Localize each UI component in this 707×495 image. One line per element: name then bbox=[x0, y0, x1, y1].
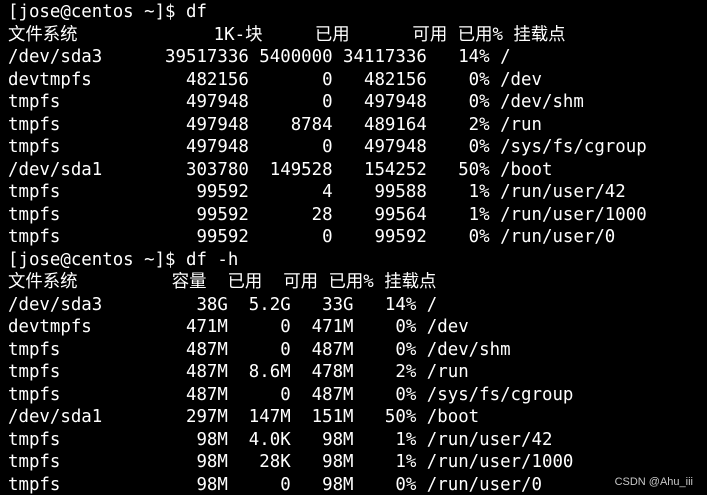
terminal-output: [jose@centos ~]$ df 文件系统 1K-块 已用 可用 已用% … bbox=[8, 1, 647, 495]
table-row: /dev/sda1 297M 147M 151M 50% /boot bbox=[8, 407, 480, 427]
table-row: devtmpfs 471M 0 471M 0% /dev bbox=[8, 317, 469, 337]
table-row: /dev/sda3 39517336 5400000 34117336 14% … bbox=[8, 47, 511, 67]
table-row: tmpfs 497948 0 497948 0% /dev/shm bbox=[8, 92, 584, 112]
table-row: /dev/sda3 38G 5.2G 33G 14% / bbox=[8, 294, 438, 315]
table-row: tmpfs 99592 4 99588 1% /run/user/42 bbox=[8, 182, 626, 202]
table-row: devtmpfs 482156 0 482156 0% /dev bbox=[8, 69, 542, 90]
prompt-line: [jose@centos ~]$ df bbox=[8, 2, 207, 22]
table-row: tmpfs 487M 0 487M 0% /sys/fs/cgroup bbox=[8, 384, 574, 405]
table-row: tmpfs 99592 28 99564 1% /run/user/1000 bbox=[8, 204, 647, 225]
watermark: CSDN @Ahu_iii bbox=[614, 476, 693, 488]
table-row: tmpfs 98M 0 98M 0% /run/user/0 bbox=[8, 474, 542, 495]
table-row: tmpfs 487M 8.6M 478M 2% /run bbox=[8, 362, 469, 382]
table-row: tmpfs 98M 28K 98M 1% /run/user/1000 bbox=[8, 452, 574, 472]
table-row: tmpfs 99592 0 99592 0% /run/user/0 bbox=[8, 227, 616, 247]
table-header: 文件系统 容量 已用 可用 已用% 挂载点 bbox=[8, 272, 437, 292]
table-row: tmpfs 487M 0 487M 0% /dev/shm bbox=[8, 339, 511, 360]
prompt-line: [jose@centos ~]$ df -h bbox=[8, 249, 239, 270]
table-header: 文件系统 1K-块 已用 可用 已用% 挂载点 bbox=[8, 24, 566, 45]
table-row: tmpfs 497948 8784 489164 2% /run bbox=[8, 114, 542, 135]
terminal-window[interactable]: [jose@centos ~]$ df 文件系统 1K-块 已用 可用 已用% … bbox=[0, 0, 707, 495]
table-row: tmpfs 98M 4.0K 98M 1% /run/user/42 bbox=[8, 429, 553, 450]
table-row: /dev/sda1 303780 149528 154252 50% /boot bbox=[8, 159, 553, 180]
table-row: tmpfs 497948 0 497948 0% /sys/fs/cgroup bbox=[8, 137, 647, 157]
